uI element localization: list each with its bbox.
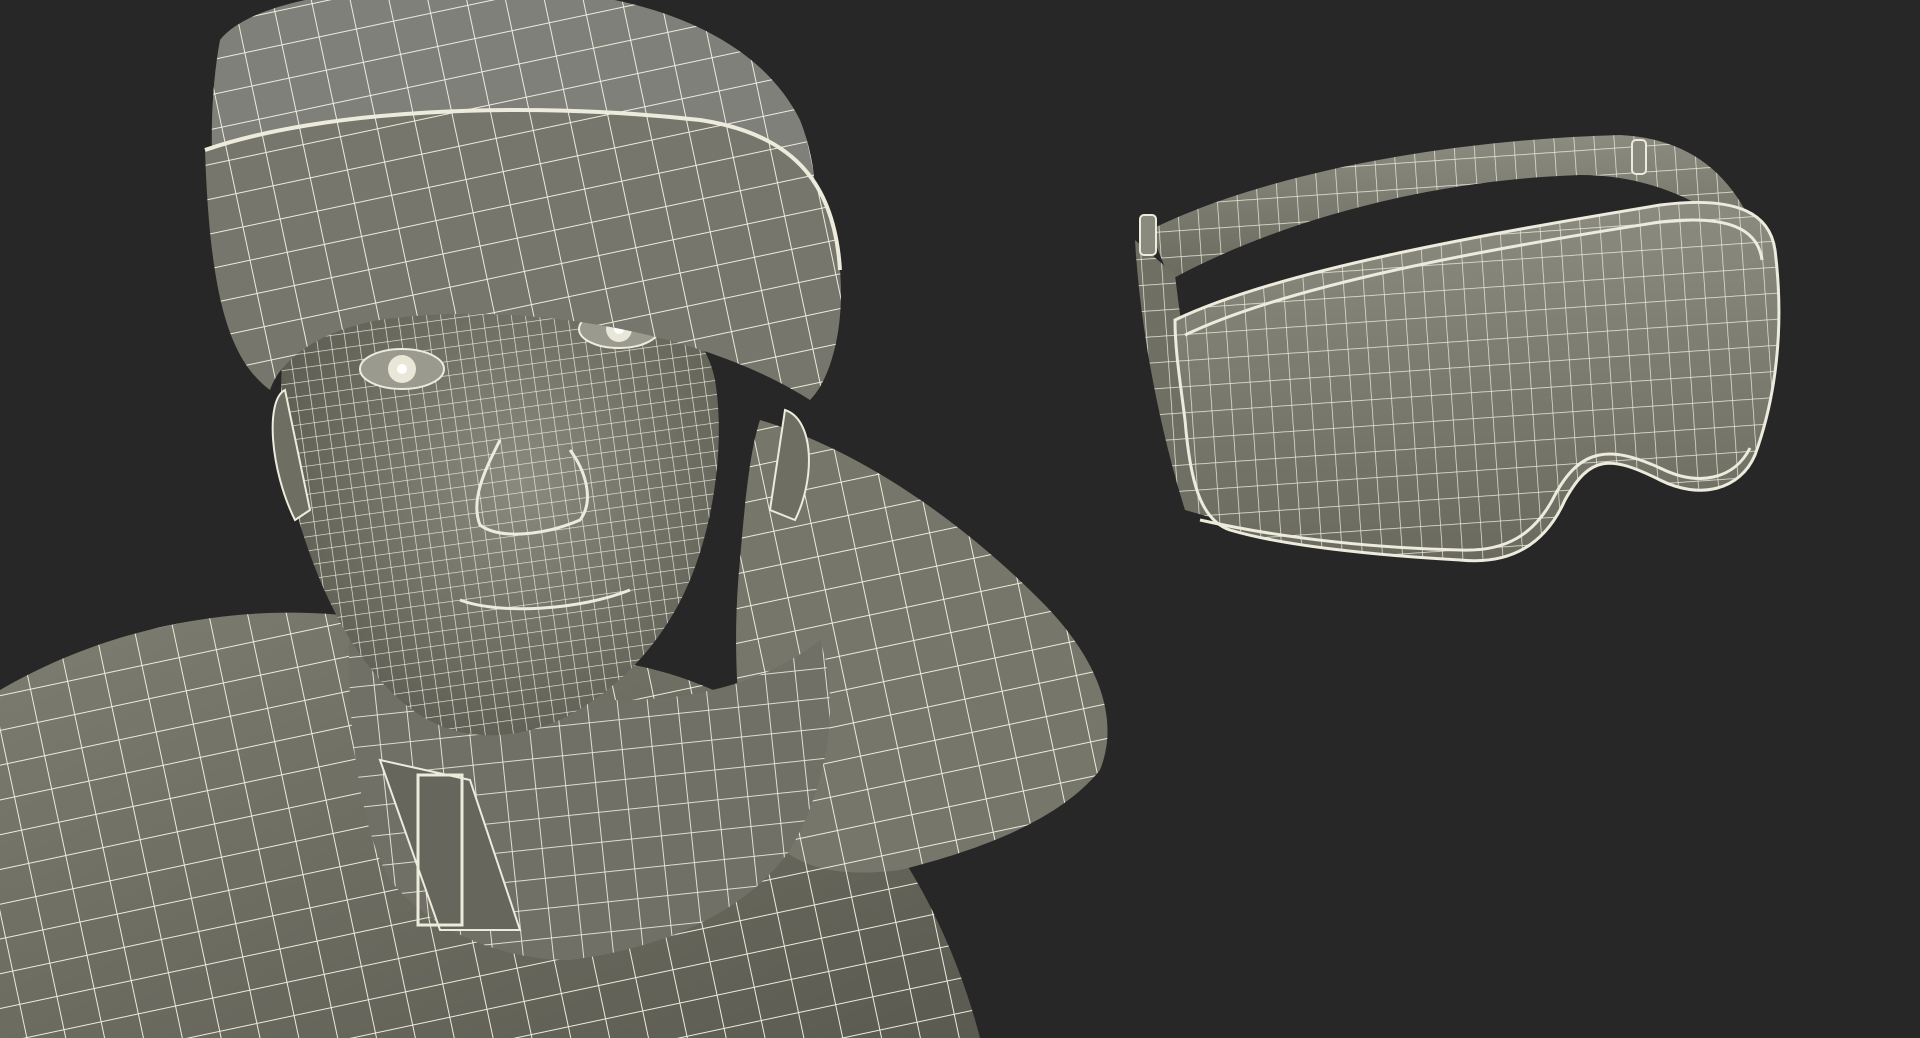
ski-goggles [1135, 135, 1781, 563]
render-canvas [0, 0, 1781, 1038]
character-bust [0, 0, 1108, 1038]
3d-render-viewport [0, 0, 1920, 1038]
strap-clip-left [1139, 214, 1157, 256]
eye-left [359, 348, 445, 390]
strap-clip-right [1631, 139, 1647, 175]
